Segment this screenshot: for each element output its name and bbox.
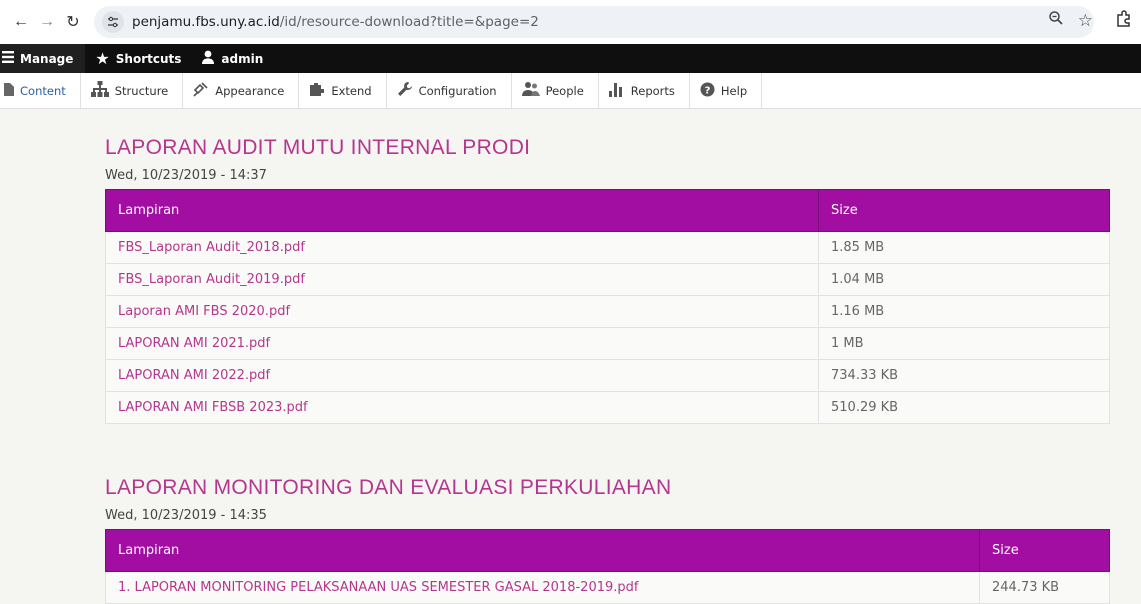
tray-item-help[interactable]: ? Help [690, 73, 763, 108]
tray-item-label: Configuration [418, 83, 497, 98]
attachments-table: Lampiran Size FBS_Laporan Audit_2018.pdf… [105, 189, 1110, 424]
user-tab[interactable]: admin [191, 44, 273, 73]
tray-item-people[interactable]: People [512, 73, 599, 108]
table-row: 1. LAPORAN MONITORING PELAKSANAAN UAS SE… [105, 571, 1110, 604]
section-date: Wed, 10/23/2019 - 14:35 [105, 508, 267, 523]
tray-item-configuration[interactable]: Configuration [387, 73, 512, 108]
col-size: Size [979, 529, 1110, 572]
file-link[interactable]: LAPORAN AMI 2021.pdf [105, 327, 819, 360]
user-icon [201, 50, 215, 67]
people-icon [521, 81, 540, 100]
file-link[interactable]: LAPORAN AMI 2022.pdf [105, 359, 819, 392]
shortcuts-tab[interactable]: ★ Shortcuts [85, 44, 191, 73]
file-link[interactable]: LAPORAN AMI FBSB 2023.pdf [105, 391, 819, 424]
tray-item-structure[interactable]: Structure [81, 73, 184, 108]
admin-tray: Content Structure Appearance Extend Conf… [0, 73, 1141, 109]
table-row: Laporan AMI FBS 2020.pdf 1.16 MB [105, 295, 1110, 328]
table-header-row: Lampiran Size [105, 189, 1110, 232]
zoom-icon[interactable] [1048, 10, 1064, 31]
address-bar-actions: ☆ [1048, 10, 1093, 31]
table-row: FBS_Laporan Audit_2019.pdf 1.04 MB [105, 263, 1110, 296]
file-size: 1.85 MB [818, 231, 1110, 264]
table-header-row: Lampiran Size [105, 529, 1110, 572]
resource-section: LAPORAN MONITORING DAN EVALUASI PERKULIA… [105, 476, 1110, 604]
manage-label: Manage [20, 51, 74, 66]
hamburger-icon [2, 50, 14, 67]
browser-bar: ← → ↻ penjamu.fbs.uny.ac.id/id/resource-… [0, 0, 1141, 44]
tray-item-label: Help [720, 83, 748, 98]
tray-item-label: Appearance [215, 83, 285, 98]
file-size: 1.16 MB [818, 295, 1110, 328]
tray-item-label: Content [20, 83, 66, 98]
star-icon: ★ [95, 49, 110, 68]
manage-tab[interactable]: Manage [0, 44, 86, 73]
forward-icon[interactable]: → [34, 9, 60, 35]
sitemap-icon [90, 81, 109, 100]
wrench-icon [397, 81, 413, 100]
help-icon: ? [700, 82, 715, 100]
brush-icon [193, 81, 209, 100]
table-row: LAPORAN AMI FBSB 2023.pdf 510.29 KB [105, 391, 1110, 424]
site-info-icon[interactable] [102, 11, 124, 33]
table-row: LAPORAN AMI 2021.pdf 1 MB [105, 327, 1110, 360]
resource-section: LAPORAN AUDIT MUTU INTERNAL PRODI Wed, 1… [105, 136, 1110, 424]
tray-item-reports[interactable]: Reports [599, 73, 690, 108]
puzzle-icon [309, 81, 325, 100]
file-size: 1.04 MB [818, 263, 1110, 296]
file-link[interactable]: 1. LAPORAN MONITORING PELAKSANAAN UAS SE… [105, 571, 980, 604]
bookmark-star-icon[interactable]: ☆ [1078, 11, 1093, 31]
file-icon [4, 82, 14, 99]
tray-item-label: People [545, 83, 584, 98]
tray-item-appearance[interactable]: Appearance [183, 73, 300, 108]
file-link[interactable]: FBS_Laporan Audit_2019.pdf [105, 263, 819, 296]
main-content: LAPORAN AUDIT MUTU INTERNAL PRODI Wed, 1… [105, 126, 1110, 604]
table-row: LAPORAN AMI 2022.pdf 734.33 KB [105, 359, 1110, 392]
section-title[interactable]: LAPORAN AUDIT MUTU INTERNAL PRODI [105, 136, 1110, 160]
section-title[interactable]: LAPORAN MONITORING DAN EVALUASI PERKULIA… [105, 476, 1110, 500]
file-link[interactable]: Laporan AMI FBS 2020.pdf [105, 295, 819, 328]
back-icon[interactable]: ← [8, 9, 34, 35]
table-row: FBS_Laporan Audit_2018.pdf 1.85 MB [105, 231, 1110, 264]
col-lampiran: Lampiran [105, 189, 819, 232]
svg-text:?: ? [705, 85, 711, 96]
url-host: penjamu.fbs.uny.ac.id [132, 14, 280, 30]
file-size: 734.33 KB [818, 359, 1110, 392]
col-size: Size [818, 189, 1110, 232]
admin-toolbar: Manage ★ Shortcuts admin [0, 44, 1141, 73]
file-size: 244.73 KB [979, 571, 1110, 604]
tray-item-extend[interactable]: Extend [299, 73, 387, 108]
attachments-table: Lampiran Size 1. LAPORAN MONITORING PELA… [105, 529, 1110, 604]
tray-item-content[interactable]: Content [0, 73, 81, 108]
shortcuts-label: Shortcuts [115, 51, 182, 66]
section-date: Wed, 10/23/2019 - 14:37 [105, 168, 267, 183]
extensions-icon[interactable] [1115, 10, 1133, 33]
tray-item-label: Structure [114, 83, 169, 98]
file-size: 1 MB [818, 327, 1110, 360]
file-link[interactable]: FBS_Laporan Audit_2018.pdf [105, 231, 819, 264]
tray-item-label: Extend [331, 83, 372, 98]
reload-icon[interactable]: ↻ [60, 9, 86, 35]
address-bar[interactable]: penjamu.fbs.uny.ac.id/id/resource-downlo… [94, 6, 1094, 38]
user-label: admin [221, 51, 264, 66]
bar-chart-icon [608, 81, 625, 100]
url-text: penjamu.fbs.uny.ac.id/id/resource-downlo… [132, 14, 539, 30]
file-size: 510.29 KB [818, 391, 1110, 424]
url-path: /id/resource-download?title=&page=2 [279, 14, 539, 30]
col-lampiran: Lampiran [105, 529, 980, 572]
tray-item-label: Reports [630, 83, 675, 98]
